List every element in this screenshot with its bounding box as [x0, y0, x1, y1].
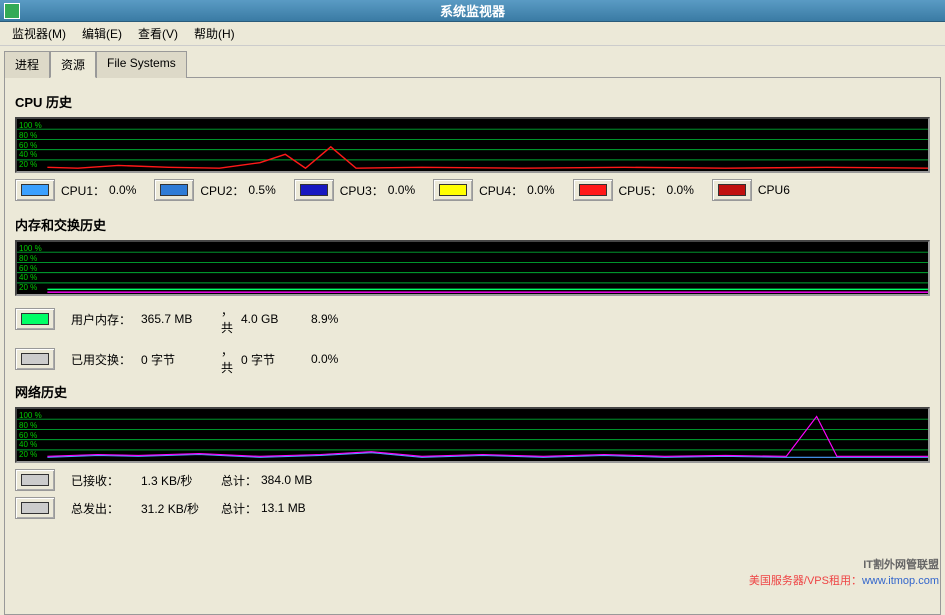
- net-recv-label: 已接收：: [71, 472, 141, 489]
- menu-monitor[interactable]: 监视器(M): [4, 23, 74, 44]
- net-sent-val: 31.2 KB/秒: [141, 500, 221, 517]
- mem-swap-pct: 0.0%: [311, 352, 338, 366]
- tab-filesystems[interactable]: File Systems: [96, 51, 187, 78]
- cpu-chart: 100 % 80 % 60 % 40 % 20 %: [15, 117, 930, 173]
- menu-help[interactable]: 帮助(H): [186, 23, 243, 44]
- cpu6-swatch[interactable]: [712, 179, 752, 201]
- mem-y-labels: 100 % 80 % 60 % 40 % 20 %: [19, 242, 42, 294]
- cpu1-value: 0.0%: [109, 183, 136, 197]
- cpu2-label: CPU2：: [200, 182, 244, 199]
- cpu5-label: CPU5：: [619, 182, 663, 199]
- cpu4-label: CPU4：: [479, 182, 523, 199]
- net-recv-val: 1.3 KB/秒: [141, 472, 221, 489]
- mem-swap-label: 已用交换：: [71, 351, 141, 368]
- cpu-legend: CPU1： 0.0% CPU2： 0.5% CPU3： 0.0% CPU4： 0.0% CPU5…: [15, 179, 930, 201]
- mem-user-val: 365.7 MB: [141, 312, 221, 326]
- net-sent-total: 13.1 MB: [261, 501, 321, 515]
- cpu3-swatch[interactable]: [294, 179, 334, 201]
- net-history-title: 网络历史: [15, 382, 930, 401]
- menu-edit[interactable]: 编辑(E): [74, 23, 130, 44]
- mem-user-pct: 8.9%: [311, 312, 338, 326]
- mem-swap-swatch[interactable]: [15, 348, 55, 370]
- window-title: 系统监视器: [440, 1, 505, 20]
- cpu3-label: CPU3：: [340, 182, 384, 199]
- app-icon: [4, 3, 20, 19]
- menu-view[interactable]: 查看(V): [130, 23, 186, 44]
- cpu5-swatch[interactable]: [573, 179, 613, 201]
- net-sent-row: 总发出： 31.2 KB/秒 总计： 13.1 MB: [15, 497, 930, 519]
- mem-user-swatch[interactable]: [15, 308, 55, 330]
- watermark-text: IT割外网管联盟: [863, 556, 939, 572]
- cpu1-swatch[interactable]: [15, 179, 55, 201]
- mem-history-title: 内存和交换历史: [15, 215, 930, 234]
- cpu6-label: CPU6: [758, 183, 790, 197]
- tab-processes[interactable]: 进程: [4, 51, 50, 78]
- cpu5-value: 0.0%: [667, 183, 694, 197]
- cpu2-value: 0.5%: [248, 183, 275, 197]
- menubar: 监视器(M) 编辑(E) 查看(V) 帮助(H): [0, 22, 945, 46]
- cpu2-swatch[interactable]: [154, 179, 194, 201]
- net-recv-total: 384.0 MB: [261, 473, 321, 487]
- mem-swap-row: 已用交换： 0 字节 ，共 0 字节 0.0%: [15, 342, 930, 376]
- mem-user-total: 4.0 GB: [241, 312, 301, 326]
- cpu3-value: 0.0%: [388, 183, 415, 197]
- cpu1-label: CPU1：: [61, 182, 105, 199]
- watermark-footer: 美国服务器/VPS租用：www.itmop.com: [749, 572, 939, 588]
- net-sent-label: 总发出：: [71, 500, 141, 517]
- net-recv-row: 已接收： 1.3 KB/秒 总计： 384.0 MB: [15, 469, 930, 491]
- mem-user-row: 用户内存： 365.7 MB ，共 4.0 GB 8.9%: [15, 302, 930, 336]
- cpu-history-title: CPU 历史: [15, 92, 930, 111]
- mem-chart: 100 % 80 % 60 % 40 % 20 %: [15, 240, 930, 296]
- net-y-labels: 100 % 80 % 60 % 40 % 20 %: [19, 409, 42, 461]
- net-chart: 100 % 80 % 60 % 40 % 20 %: [15, 407, 930, 463]
- mem-swap-val: 0 字节: [141, 351, 221, 368]
- mem-user-label: 用户内存：: [71, 311, 141, 328]
- cpu4-value: 0.0%: [527, 183, 554, 197]
- resources-panel: CPU 历史 100 % 80 % 60 % 40 % 20 % CPU1： 0.…: [4, 77, 941, 615]
- titlebar: 系统监视器: [0, 0, 945, 22]
- tab-resources[interactable]: 资源: [50, 51, 96, 78]
- cpu-y-labels: 100 % 80 % 60 % 40 % 20 %: [19, 119, 42, 171]
- net-sent-swatch[interactable]: [15, 497, 55, 519]
- mem-swap-total: 0 字节: [241, 351, 301, 368]
- net-recv-swatch[interactable]: [15, 469, 55, 491]
- cpu4-swatch[interactable]: [433, 179, 473, 201]
- tabs: 进程 资源 File Systems: [0, 46, 945, 77]
